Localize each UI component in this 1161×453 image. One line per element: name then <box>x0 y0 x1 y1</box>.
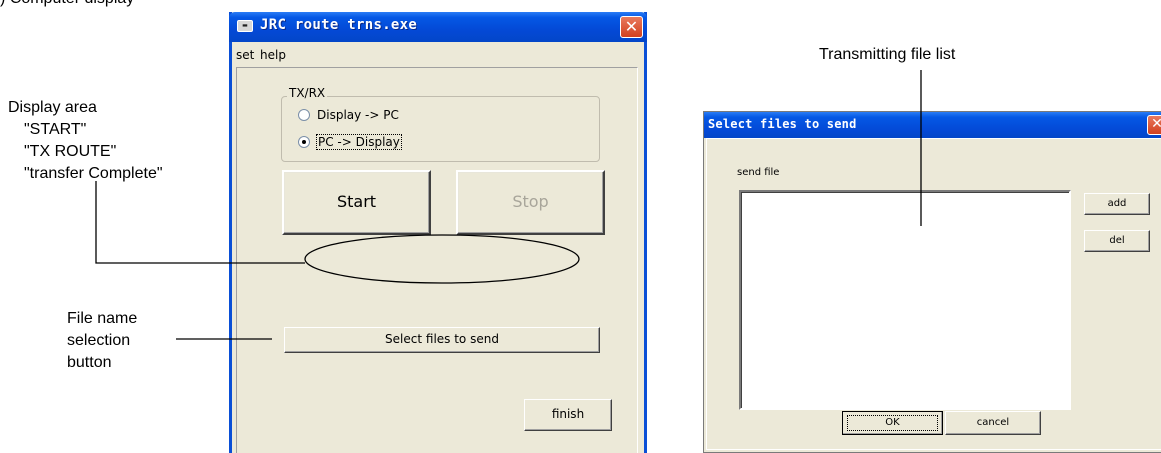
display-area-leader-line <box>95 181 305 264</box>
display-area-ellipse <box>304 234 580 284</box>
callout-overlay <box>95 70 922 340</box>
